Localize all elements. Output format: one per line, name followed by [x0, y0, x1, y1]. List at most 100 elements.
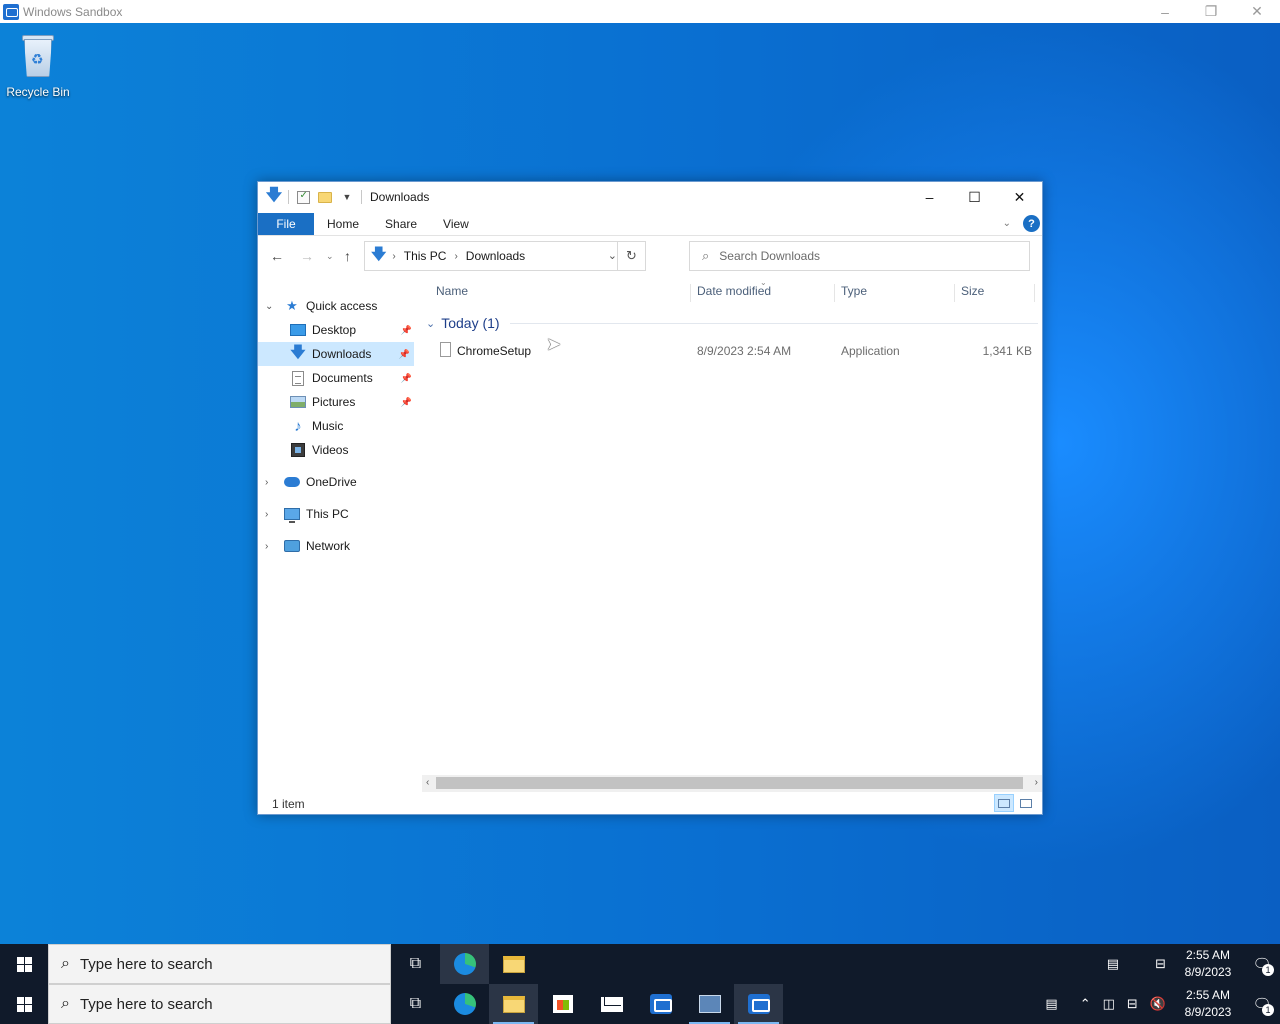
nav-label: Music: [312, 419, 344, 433]
remote-desktop-taskbar-button[interactable]: [685, 984, 734, 1024]
taskbar-search[interactable]: ⌕ Type here to search: [48, 944, 391, 984]
refresh-icon[interactable]: ↻: [617, 242, 645, 270]
meet-now-icon[interactable]: ◫: [1097, 996, 1121, 1012]
back-arrow-icon[interactable]: ←: [270, 248, 284, 264]
volume-muted-icon[interactable]: 🔇: [1144, 996, 1172, 1012]
notification-center-button[interactable]: 🗨 1: [1244, 984, 1280, 1024]
nav-downloads[interactable]: 🡇 Downloads 📌: [258, 342, 414, 366]
horizontal-scrollbar[interactable]: ‹ ›: [422, 775, 1042, 792]
file-list: ⌄ Name Date modified Type Size ⌄ Today (…: [422, 278, 1042, 778]
address-dropdown-icon[interactable]: ⌄: [608, 249, 617, 262]
network-tray-icon[interactable]: ⊟: [1149, 956, 1172, 972]
windows-logo-icon: [16, 996, 32, 1012]
scrollbar-thumb[interactable]: [436, 777, 1023, 789]
nav-label: Pictures: [312, 395, 356, 409]
task-view-button[interactable]: ⧉: [391, 984, 440, 1024]
expand-ribbon-icon[interactable]: ⌄: [1003, 218, 1011, 229]
mail-taskbar-button[interactable]: [587, 984, 636, 1024]
details-view-button[interactable]: [994, 794, 1014, 812]
sandbox-running-taskbar-button[interactable]: [734, 984, 783, 1024]
sandbox-restore-button[interactable]: ❐: [1188, 0, 1234, 23]
clock[interactable]: 2:55 AM 8/9/2023: [1178, 987, 1238, 1021]
chevron-right-icon[interactable]: ›: [454, 251, 457, 262]
chevron-down-icon[interactable]: ⌄: [426, 317, 435, 330]
column-header-date-modified[interactable]: Date modified: [697, 284, 771, 298]
tab-view[interactable]: View: [430, 213, 482, 235]
nav-this-pc[interactable]: › This PC: [258, 502, 416, 526]
clock[interactable]: 2:55 AM 8/9/2023: [1178, 947, 1238, 981]
forward-arrow-icon[interactable]: →: [300, 248, 314, 264]
edge-taskbar-button[interactable]: [440, 984, 489, 1024]
tab-file[interactable]: File: [258, 213, 314, 235]
sandbox-taskbar-button[interactable]: [636, 984, 685, 1024]
task-view-icon: ⧉: [409, 955, 422, 972]
column-header-name[interactable]: Name: [436, 284, 468, 298]
network-tray-icon[interactable]: ⊟: [1121, 996, 1144, 1012]
recent-locations-icon[interactable]: ⌄: [326, 251, 334, 262]
desktop-icon-recycle-bin[interactable]: ♻ Recycle Bin: [4, 31, 72, 99]
downloads-icon: 🡇: [265, 186, 283, 204]
nav-onedrive[interactable]: › OneDrive: [258, 470, 416, 494]
large-icons-view-button[interactable]: [1016, 794, 1036, 812]
help-icon[interactable]: ?: [1023, 215, 1040, 232]
taskbar-search[interactable]: ⌕ Type here to search: [48, 984, 391, 1024]
task-view-button[interactable]: ⧉: [391, 944, 440, 984]
maximize-button[interactable]: ☐: [952, 182, 997, 212]
chevron-right-icon[interactable]: ›: [265, 509, 268, 520]
chevron-right-icon[interactable]: ›: [265, 541, 268, 552]
tab-share[interactable]: Share: [372, 213, 430, 235]
customize-qat-dropdown-icon[interactable]: ▼: [339, 189, 355, 205]
nav-label: Network: [306, 539, 351, 553]
nav-desktop[interactable]: Desktop 📌: [258, 318, 416, 342]
store-taskbar-button[interactable]: [538, 984, 587, 1024]
edge-taskbar-button[interactable]: [440, 944, 489, 984]
address-bar[interactable]: 🡇 › This PC › Downloads ⌄ ↻: [364, 241, 646, 271]
group-label: Today (1): [441, 315, 500, 331]
file-row[interactable]: ChromeSetup 8/9/2023 2:54 AM Application…: [436, 340, 1040, 362]
search-icon: ⌕: [61, 995, 70, 1012]
nav-videos[interactable]: Videos: [258, 438, 416, 462]
group-header-today[interactable]: ⌄ Today (1): [426, 314, 1038, 332]
chevron-down-icon[interactable]: ⌄: [265, 301, 273, 312]
scroll-right-icon[interactable]: ›: [1035, 777, 1038, 788]
search-input[interactable]: [719, 249, 1000, 263]
breadcrumb-this-pc[interactable]: This PC: [404, 249, 447, 263]
nav-label: Quick access: [306, 299, 378, 313]
column-header-size[interactable]: Size: [961, 284, 984, 298]
nav-network[interactable]: › Network: [258, 534, 416, 558]
news-icon[interactable]: ▤: [1039, 996, 1063, 1012]
sandbox-minimize-button[interactable]: –: [1142, 0, 1188, 23]
up-arrow-icon[interactable]: ↑: [344, 248, 351, 264]
news-icon[interactable]: ▤: [1101, 956, 1125, 972]
chevron-up-icon[interactable]: ⌃: [1074, 996, 1097, 1012]
nav-music[interactable]: ♪ Music: [258, 414, 416, 438]
search-icon: ⌕: [702, 248, 710, 263]
system-tray: ▤ ⌃ ◫ ⊟ 🔇 2:55 AM 8/9/2023 🗨 1: [1039, 984, 1280, 1024]
status-bar: 1 item: [258, 792, 1042, 814]
file-explorer-taskbar-button[interactable]: [489, 984, 538, 1024]
breadcrumb-downloads[interactable]: Downloads: [466, 249, 525, 263]
nav-label: Downloads: [312, 347, 372, 361]
notification-center-button[interactable]: 🗨 1: [1244, 944, 1280, 984]
nav-label: Desktop: [312, 323, 357, 337]
close-button[interactable]: ✕: [997, 182, 1042, 212]
nav-documents[interactable]: Documents 📌: [258, 366, 416, 390]
sandbox-close-button[interactable]: ✕: [1234, 0, 1280, 23]
properties-icon[interactable]: [295, 189, 311, 205]
scroll-left-icon[interactable]: ‹: [426, 777, 429, 788]
chevron-right-icon[interactable]: ›: [265, 477, 268, 488]
pin-icon: 📌: [398, 348, 410, 359]
edge-icon: [453, 993, 476, 1015]
nav-quick-access[interactable]: ⌄ ★ Quick access: [258, 294, 416, 318]
file-explorer-taskbar-button[interactable]: [489, 944, 538, 984]
new-folder-icon[interactable]: [317, 189, 333, 205]
start-button[interactable]: [0, 944, 48, 984]
start-button[interactable]: [0, 984, 48, 1024]
minimize-button[interactable]: –: [907, 182, 952, 212]
chevron-right-icon[interactable]: ›: [392, 251, 395, 262]
tab-home[interactable]: Home: [314, 213, 372, 235]
sandbox-app-icon: [3, 3, 19, 20]
column-header-type[interactable]: Type: [841, 284, 867, 298]
file-type: Application: [841, 344, 900, 358]
nav-pictures[interactable]: Pictures 📌: [258, 390, 416, 414]
